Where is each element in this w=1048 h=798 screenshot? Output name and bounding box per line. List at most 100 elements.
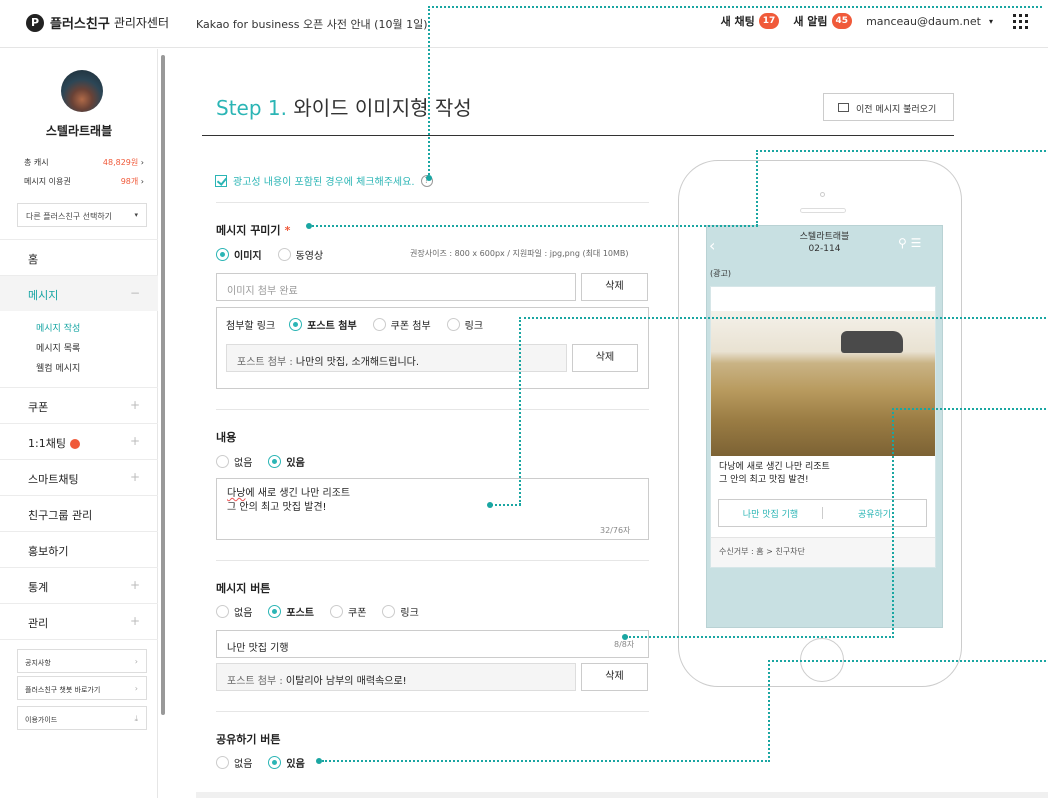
preview-text: 다낭에 새로 생긴 나만 리조트 그 안의 최고 맛집 발견! (719, 462, 830, 485)
sidebar-scrollbar[interactable] (161, 55, 165, 715)
nav-chat[interactable]: 1:1채팅 + (0, 423, 158, 459)
content-textarea[interactable]: 다낭에 새로 생긴 나만 리조트 그 안의 최고 맛집 발견! (216, 478, 649, 540)
account-email[interactable]: manceau@daum.net (866, 15, 981, 28)
friend-select[interactable]: 다른 플러스친구 선택하기 ▾ (17, 203, 147, 227)
logo[interactable]: P 플러스친구 관리자센터 (26, 13, 169, 32)
button-post-field: 포스트 첨부 : 이탈리아 남부의 매력속으로! (216, 663, 576, 691)
guide-box[interactable]: 이용가이드 ⤓ (17, 706, 147, 730)
preview-buttons: 나만 맛집 기행 공유하기 (718, 499, 927, 527)
load-previous-button[interactable]: 이전 메시지 불러오기 (823, 93, 954, 121)
msg-button-radios: 없음 포스트 쿠폰 링크 (216, 604, 419, 619)
chat-count-badge: 17 (758, 13, 780, 29)
guide-line (322, 760, 770, 762)
nav-smartchat[interactable]: 스마트채팅 + (0, 459, 158, 495)
nav-divider (0, 639, 158, 640)
radio-content-yes[interactable] (268, 455, 282, 468)
ticket-stat[interactable]: 메시지 이용권 98개 › (24, 176, 144, 187)
guide-line (892, 408, 894, 638)
divider (216, 711, 649, 712)
guide-line (312, 225, 758, 227)
notice-box[interactable]: 공지사항 › (17, 649, 147, 673)
cash-stat[interactable]: 총 캐시 48,829원 › (24, 157, 144, 168)
nav-sub-welcome[interactable]: 웰컴 메시지 (36, 361, 80, 374)
deco-title: 메시지 꾸미기 * (216, 224, 291, 237)
guide-line (428, 6, 430, 178)
nav-friend-group[interactable]: 친구그룹 관리 (0, 495, 158, 531)
radio-content-none[interactable] (216, 455, 229, 468)
divider (216, 560, 649, 561)
nav-promote[interactable]: 홍보하기 (0, 531, 158, 567)
phone-speaker (800, 208, 846, 213)
radio-video[interactable] (277, 248, 291, 261)
divider (216, 202, 649, 203)
new-chat-link[interactable]: 새 채팅 17 (721, 13, 780, 29)
nav-message[interactable]: 메시지 − (0, 275, 158, 311)
nav-sub-list[interactable]: 메시지 목록 (36, 341, 80, 354)
expand-icon: + (129, 470, 140, 484)
chatbot-box[interactable]: 플러스친구 챗봇 바로가기 › (17, 676, 147, 700)
alert-count-badge: 45 (831, 13, 853, 29)
new-alert-link[interactable]: 새 알림 45 (793, 13, 853, 29)
chat-alert-icon (69, 439, 80, 449)
sidebar: 스텔라트래블 총 캐시 48,829원 › 메시지 이용권 98개 › 다른 플… (0, 49, 158, 798)
app-grid-icon[interactable] (1013, 13, 1028, 29)
nav-home[interactable]: 홈 (0, 239, 158, 275)
radio-image[interactable] (216, 248, 229, 261)
logo-sub: 관리자센터 (113, 16, 170, 30)
nav-sub-compose[interactable]: 메시지 작성 (36, 321, 80, 334)
content-title: 내용 (216, 431, 237, 444)
radio-btn-post[interactable] (268, 605, 282, 618)
message-icon (838, 103, 849, 112)
button-name-input[interactable]: 나만 맛집 기행 (216, 630, 649, 658)
nav-manage[interactable]: 관리 + (0, 603, 158, 639)
share-title: 공유하기 버튼 (216, 733, 281, 746)
preview-btn-share: 공유하기 (857, 509, 892, 520)
radio-btn-coupon[interactable] (330, 605, 344, 618)
chevron-right-icon: › (140, 177, 144, 186)
expand-icon: + (129, 614, 140, 628)
header-right: 새 채팅 17 새 알림 45 manceau@daum.net ▾ (721, 13, 1028, 29)
guide-line (519, 317, 521, 505)
guide-line (519, 317, 1046, 319)
guide-line (756, 150, 1046, 152)
ad-checkbox[interactable] (215, 174, 227, 187)
title-rule (202, 135, 954, 136)
upload-hint: 권장사이즈 : 800 x 600px / 지원파일 : jpg,png (최대… (410, 249, 629, 258)
guide-dot (316, 758, 322, 764)
content-radios: 없음 있음 (216, 454, 305, 469)
preview-footer: 수신거부 : 홈 > 친구차단 (711, 537, 935, 567)
nav-stats[interactable]: 통계 + (0, 567, 158, 603)
preview-btn-post: 나만 맛집 기행 (742, 509, 799, 520)
radio-post[interactable] (289, 318, 303, 331)
profile-name: 스텔라트래블 (45, 124, 113, 138)
guide-line (428, 6, 1042, 8)
ad-tag: (광고) (710, 269, 731, 278)
delete-image-button[interactable]: 삭제 (581, 273, 648, 301)
delete-button-post[interactable]: 삭제 (581, 663, 648, 691)
guide-dot (622, 634, 628, 640)
delete-post-button[interactable]: 삭제 (572, 344, 638, 372)
chevron-down-icon[interactable]: ▾ (989, 17, 993, 26)
nav-coupon[interactable]: 쿠폰 + (0, 387, 158, 423)
avatar (61, 70, 103, 112)
expand-icon: + (129, 434, 140, 448)
radio-share-none[interactable] (216, 756, 229, 769)
logo-brand: 플러스친구 (50, 17, 110, 32)
preview-image (711, 311, 935, 456)
guide-line (892, 408, 1046, 410)
radio-share-yes[interactable] (268, 756, 282, 769)
radio-btn-none[interactable] (216, 605, 229, 618)
guide-dot (306, 223, 312, 229)
guide-dot (426, 175, 432, 181)
link-type-radios: 첨부할 링크 포스트 첨부 쿠폰 첨부 링크 (226, 317, 483, 332)
collapse-icon: − (129, 286, 140, 300)
search-menu-icon: ⚲ ☰ (898, 236, 922, 250)
notice-link[interactable]: Kakao for business 오픈 사전 안내 (10월 1일) (196, 16, 428, 32)
post-attach-field: 포스트 첨부 : 나만의 맛집, 소개해드립니다. (226, 344, 567, 372)
ad-checkbox-row[interactable]: 광고성 내용이 포함된 경우에 체크해주세요. ? (215, 173, 433, 188)
plusfriend-logo-icon: P (26, 13, 44, 32)
radio-link[interactable] (446, 318, 460, 331)
radio-btn-link[interactable] (382, 605, 396, 618)
divider (216, 409, 649, 410)
radio-coupon[interactable] (372, 318, 386, 331)
